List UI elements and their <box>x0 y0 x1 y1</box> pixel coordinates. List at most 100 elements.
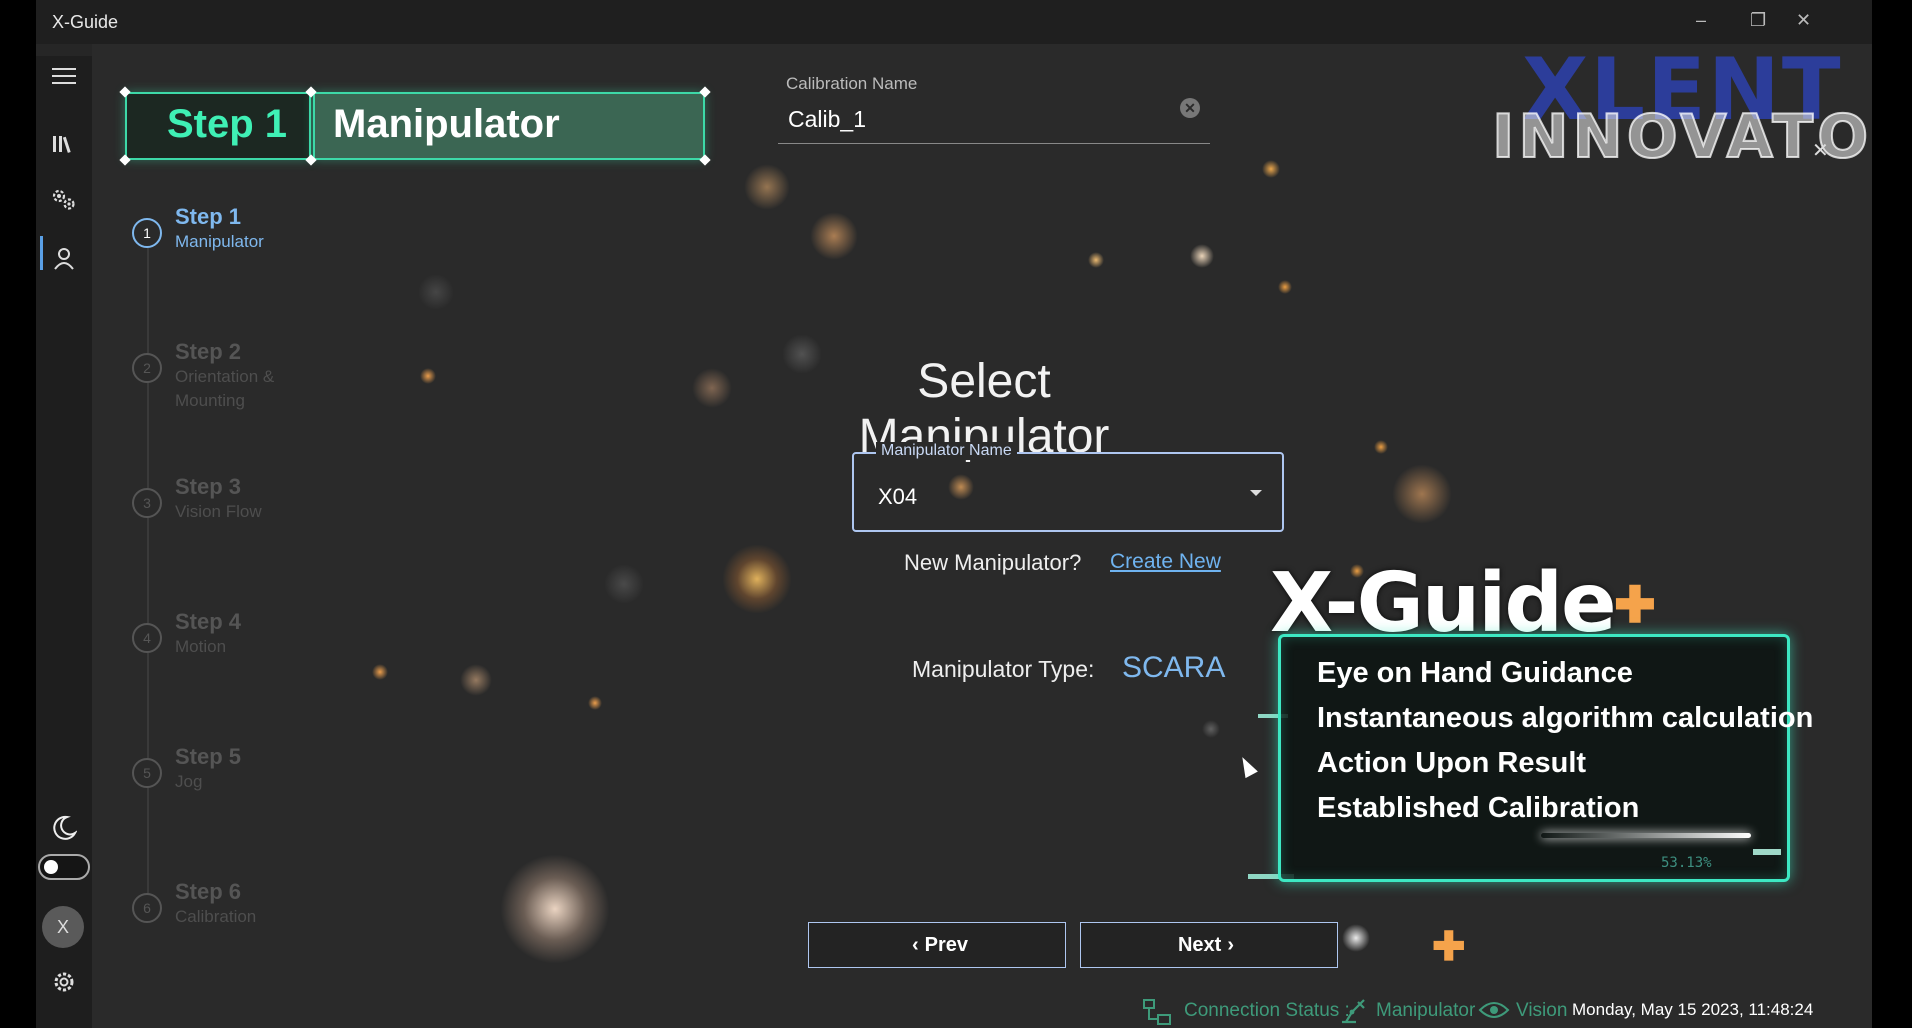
datetime-display: Monday, May 15 2023, 11:48:24 <box>1572 1000 1814 1019</box>
step-number: 4 <box>132 623 162 653</box>
step-item-3[interactable]: 3 Step 3 Vision Flow <box>125 474 375 564</box>
screen-border-right <box>1872 0 1912 1028</box>
bokeh-particle <box>810 212 858 260</box>
menu-icon[interactable] <box>50 62 78 90</box>
step-number: 2 <box>132 353 162 383</box>
step-title: Step 4 <box>175 609 242 634</box>
bokeh-particle <box>604 564 644 604</box>
bokeh-particle <box>418 274 454 310</box>
step-subtitle: Orientation & Mounting <box>175 367 275 410</box>
step-progress: 1 Step 1 Manipulator 2 Step 2 Orientatio… <box>125 194 375 974</box>
banner-title: Manipulator <box>333 102 560 146</box>
chevron-right-icon: › <box>1227 933 1235 956</box>
library-icon[interactable] <box>50 130 78 158</box>
network-icon <box>1142 998 1172 1028</box>
step-item-6[interactable]: 6 Step 6 Calibration <box>125 879 375 969</box>
bokeh-particle <box>744 164 790 210</box>
chevron-down-icon <box>1250 490 1262 496</box>
prev-label: Prev <box>924 933 969 956</box>
step-item-5[interactable]: 5 Step 5 Jog <box>125 744 375 834</box>
clear-icon[interactable]: ✕ <box>1180 98 1200 118</box>
robot-arm-icon <box>1338 996 1368 1028</box>
bokeh-particle <box>1342 924 1370 952</box>
manipulator-type-value: SCARA <box>1122 651 1226 684</box>
bokeh-particle <box>1392 464 1452 524</box>
step-subtitle: Jog <box>175 772 203 791</box>
step-subtitle: Calibration <box>175 907 257 926</box>
vision-status: Vision <box>1516 1000 1568 1021</box>
step-item-2[interactable]: 2 Step 2 Orientation & Mounting <box>125 339 375 429</box>
chevron-left-icon: ‹ <box>911 933 919 956</box>
gear-icon[interactable] <box>50 968 78 996</box>
bokeh-particle <box>1262 160 1280 178</box>
banner-step-box: Step 1 <box>125 92 311 160</box>
screen-border-left <box>0 0 36 1028</box>
bokeh-particle <box>460 664 492 696</box>
settings-gears-icon[interactable] <box>50 186 78 214</box>
avatar[interactable]: X <box>42 906 84 948</box>
step-number: 5 <box>132 758 162 788</box>
app-title: X-Guide <box>52 12 119 32</box>
main-content: Step 1 Manipulator 1 Step 1 Manipulator … <box>92 44 1872 1028</box>
status-bar: Connection Status : Manipulator Vision M… <box>1142 994 1872 1028</box>
step-item-4[interactable]: 4 Step 4 Motion <box>125 609 375 699</box>
step-number: 1 <box>132 218 162 248</box>
step-title: Step 1 <box>175 204 242 229</box>
calibration-name-label: Calibration Name <box>786 74 918 93</box>
promo-glow-bar <box>1541 833 1751 838</box>
bokeh-particle <box>1190 244 1214 268</box>
maximize-button[interactable]: ❐ <box>1750 10 1766 31</box>
banner-title-box: Manipulator <box>313 92 705 160</box>
bokeh-particle <box>1374 440 1388 454</box>
promo-line: Instantaneous algorithm calculation <box>1317 702 1814 734</box>
step-subtitle: Vision Flow <box>175 502 262 521</box>
manipulator-name-value: X04 <box>878 484 918 509</box>
promo-line: Action Upon Result <box>1317 747 1587 779</box>
step-title: Step 6 <box>175 879 242 904</box>
active-nav-indicator <box>40 236 43 270</box>
promo-dash <box>1753 849 1781 855</box>
step-title: Step 5 <box>175 744 242 769</box>
minimize-button[interactable]: – <box>1696 10 1706 31</box>
step-banner: Step 1 Manipulator <box>119 86 711 166</box>
close-icon[interactable]: ✕ <box>1812 138 1829 163</box>
moon-icon <box>50 814 78 842</box>
bokeh-particle <box>1202 720 1220 738</box>
side-navigation: X <box>36 56 93 1028</box>
promo-line: Established Calibration <box>1317 792 1640 824</box>
banner-step-label: Step 1 <box>167 102 288 146</box>
bokeh-particle <box>692 368 732 408</box>
plus-icon: ✚ <box>1432 925 1466 969</box>
connection-status-label: Connection Status : <box>1184 1000 1350 1021</box>
promo-line: Eye on Hand Guidance <box>1317 657 1633 689</box>
theme-toggle[interactable] <box>38 854 90 880</box>
toggle-knob <box>44 860 58 874</box>
plus-icon: ✚ <box>1614 577 1656 633</box>
calibration-name-input[interactable] <box>778 96 1210 144</box>
promo-percent: 53.13% <box>1661 855 1712 871</box>
next-button[interactable]: Next › <box>1080 922 1338 968</box>
bokeh-particle <box>1278 280 1292 294</box>
manipulator-name-select[interactable]: Manipulator Name X04 <box>852 442 1284 532</box>
manipulator-type-label: Manipulator Type: <box>912 656 1095 682</box>
app-window: X-Guide – ❐ ✕ X Step 1 Manipulator 1 Ste… <box>36 0 1872 1028</box>
new-manipulator-prompt: New Manipulator? <box>904 550 1082 575</box>
close-window-button[interactable]: ✕ <box>1796 10 1811 31</box>
brand-watermark: XLENT INNOVATOR ✕ <box>1491 44 1872 196</box>
step-subtitle: Motion <box>175 637 227 656</box>
prev-button[interactable]: ‹ Prev <box>808 922 1066 968</box>
bokeh-particle <box>500 854 610 964</box>
promo-panel: Eye on Hand Guidance Instantaneous algor… <box>1278 634 1813 882</box>
bokeh-particle <box>1088 252 1104 268</box>
step-subtitle: Manipulator <box>175 232 264 251</box>
create-new-link[interactable]: Create New <box>1110 550 1221 574</box>
next-label: Next <box>1177 933 1222 956</box>
user-icon[interactable] <box>50 244 78 272</box>
manipulator-name-label: Manipulator Name <box>876 442 1017 460</box>
step-item-1[interactable]: 1 Step 1 Manipulator <box>125 204 375 294</box>
bokeh-particle <box>588 696 602 710</box>
mouse-cursor <box>1236 753 1258 779</box>
bokeh-particle <box>420 368 436 384</box>
bokeh-particle <box>722 544 792 614</box>
title-bar: X-Guide – ❐ ✕ <box>36 0 1872 44</box>
